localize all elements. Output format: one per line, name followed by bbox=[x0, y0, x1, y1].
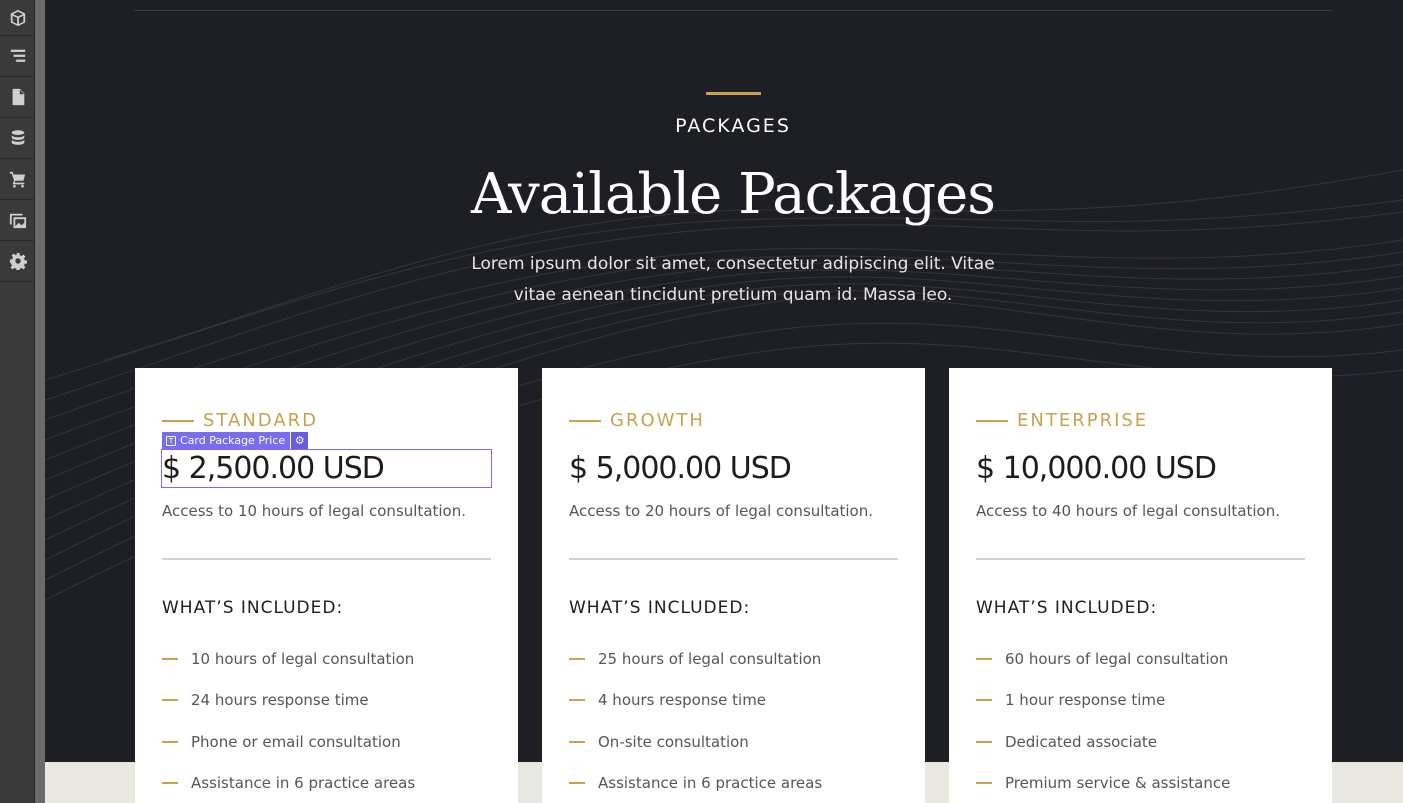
feature-text: Premium service & assistance bbox=[1005, 774, 1231, 793]
feature-dash bbox=[162, 699, 178, 702]
feature-dash bbox=[976, 740, 992, 743]
toolbar-gutter bbox=[35, 0, 45, 803]
tier-dash bbox=[569, 419, 601, 422]
package-card-enterprise[interactable]: ENTERPRISE $ 10,000.00 USD Access to 40 … bbox=[949, 368, 1332, 803]
card-tier: GROWTH bbox=[569, 410, 705, 431]
card-divider bbox=[976, 558, 1305, 560]
feature-item: 24 hours response time bbox=[162, 680, 415, 722]
card-description: Access to 40 hours of legal consultation… bbox=[976, 502, 1281, 520]
element-tag-label[interactable]: T Card Package Price bbox=[162, 432, 291, 449]
designer-canvas[interactable]: PACKAGES Available Packages Lorem ipsum … bbox=[45, 0, 1403, 803]
feature-item: 25 hours of legal consultation bbox=[569, 638, 822, 680]
feature-item: Phone or email consultation bbox=[162, 721, 415, 763]
element-settings-icon[interactable]: ⚙ bbox=[291, 432, 309, 449]
ecommerce-button[interactable] bbox=[0, 159, 35, 200]
feature-dash bbox=[569, 699, 585, 702]
feature-dash bbox=[569, 740, 585, 743]
feature-dash bbox=[976, 782, 992, 785]
tier-label: GROWTH bbox=[610, 410, 705, 431]
included-heading: WHAT’S INCLUDED: bbox=[976, 598, 1158, 618]
selected-element-tag[interactable]: T Card Package Price ⚙ bbox=[162, 432, 309, 449]
feature-dash bbox=[162, 740, 178, 743]
feature-text: 24 hours response time bbox=[191, 691, 369, 710]
feature-item: 60 hours of legal consultation bbox=[976, 638, 1230, 680]
text-element-icon: T bbox=[166, 435, 176, 446]
tier-label: STANDARD bbox=[203, 410, 319, 431]
navigator-button[interactable] bbox=[0, 36, 35, 77]
package-card-standard[interactable]: STANDARD T Card Package Price ⚙ $ 2,500.… bbox=[135, 368, 518, 803]
ecommerce-cart-icon bbox=[9, 171, 25, 188]
card-tier: ENTERPRISE bbox=[976, 410, 1148, 431]
feature-text: 4 hours response time bbox=[598, 691, 767, 710]
feature-text: 25 hours of legal consultation bbox=[598, 649, 822, 668]
feature-list: 10 hours of legal consultation 24 hours … bbox=[162, 638, 415, 803]
card-package-price[interactable]: $ 5,000.00 USD bbox=[569, 450, 898, 487]
pages-button[interactable] bbox=[0, 77, 35, 118]
feature-item: Assistance in 6 practice areas bbox=[162, 763, 415, 803]
feature-item: 1 hour response time bbox=[976, 680, 1230, 722]
feature-text: 60 hours of legal consultation bbox=[1005, 649, 1229, 668]
card-description: Access to 10 hours of legal consultation… bbox=[162, 502, 467, 520]
card-description: Access to 20 hours of legal consultation… bbox=[569, 502, 874, 520]
navigator-icon bbox=[10, 49, 25, 62]
tier-dash bbox=[162, 419, 194, 422]
feature-item: Premium service & assistance bbox=[976, 763, 1230, 803]
feature-dash bbox=[976, 699, 992, 702]
card-divider bbox=[162, 558, 491, 560]
card-package-price[interactable]: $ 2,500.00 USD bbox=[161, 449, 492, 488]
feature-dash bbox=[162, 657, 178, 660]
feature-text: 1 hour response time bbox=[1005, 691, 1166, 710]
assets-icon bbox=[9, 213, 26, 229]
feature-list: 60 hours of legal consultation 1 hour re… bbox=[976, 638, 1230, 803]
section-title: Available Packages bbox=[470, 162, 996, 227]
tier-label: ENTERPRISE bbox=[1017, 410, 1149, 431]
card-tier: STANDARD bbox=[162, 410, 318, 431]
card-divider bbox=[569, 558, 898, 560]
tier-dash bbox=[976, 419, 1008, 422]
feature-item: 4 hours response time bbox=[569, 680, 822, 722]
feature-item: On-site consultation bbox=[569, 721, 822, 763]
section-eyebrow: PACKAGES bbox=[675, 115, 791, 137]
feature-dash bbox=[976, 657, 992, 660]
editor-left-toolbar bbox=[0, 0, 35, 803]
eyebrow-accent-bar bbox=[706, 92, 761, 95]
pages-icon bbox=[12, 88, 24, 106]
feature-item: Assistance in 6 practice areas bbox=[569, 763, 822, 803]
element-tag-text: Card Package Price bbox=[180, 434, 286, 447]
feature-text: On-site consultation bbox=[598, 732, 749, 751]
included-heading: WHAT’S INCLUDED: bbox=[569, 598, 751, 618]
cube-icon bbox=[10, 9, 25, 26]
settings-button[interactable] bbox=[0, 241, 35, 282]
top-divider bbox=[134, 10, 1332, 11]
feature-item: 10 hours of legal consultation bbox=[162, 638, 415, 680]
section-lead: Lorem ipsum dolor sit amet, consectetur … bbox=[471, 254, 995, 305]
feature-dash bbox=[569, 657, 585, 660]
feature-text: Phone or email consultation bbox=[191, 732, 401, 751]
feature-dash bbox=[569, 782, 585, 785]
package-card-growth[interactable]: GROWTH $ 5,000.00 USD Access to 20 hours… bbox=[542, 368, 925, 803]
feature-text: Dedicated associate bbox=[1005, 732, 1158, 751]
feature-text: Assistance in 6 practice areas bbox=[191, 774, 416, 793]
assets-button[interactable] bbox=[0, 200, 35, 241]
feature-text: 10 hours of legal consultation bbox=[191, 649, 415, 668]
included-heading: WHAT’S INCLUDED: bbox=[162, 598, 344, 618]
cms-button[interactable] bbox=[0, 118, 35, 159]
feature-list: 25 hours of legal consultation 4 hours r… bbox=[569, 638, 822, 803]
cms-database-icon bbox=[11, 130, 24, 145]
card-package-price[interactable]: $ 10,000.00 USD bbox=[976, 450, 1305, 487]
feature-text: Assistance in 6 practice areas bbox=[598, 774, 823, 793]
add-elements-button[interactable] bbox=[0, 0, 35, 36]
feature-dash bbox=[162, 782, 178, 785]
settings-gear-icon bbox=[9, 252, 27, 270]
feature-item: Dedicated associate bbox=[976, 721, 1230, 763]
